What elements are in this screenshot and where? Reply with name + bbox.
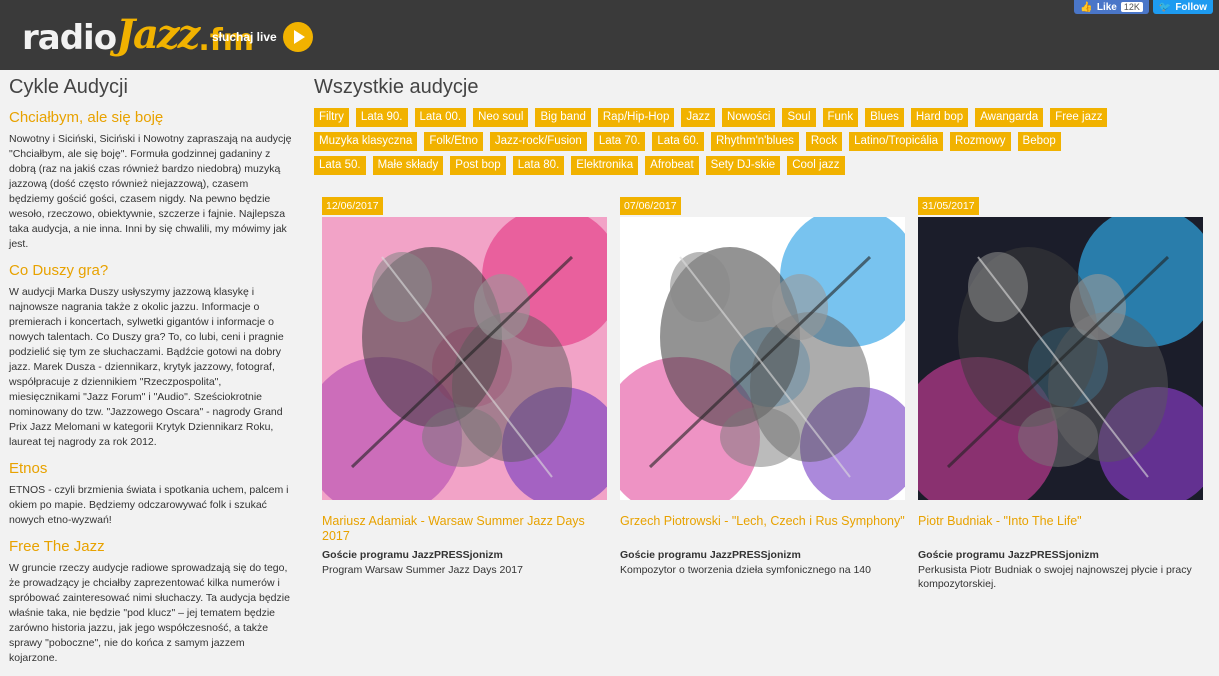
show-description: Kompozytor o tworzenia dzieła symfoniczn… xyxy=(620,564,871,576)
play-icon xyxy=(282,22,313,52)
shows-section: Wszystkie audycje Filtry Lata 90. Lata 00.… xyxy=(314,76,1214,175)
genre-tag[interactable]: Jazz-rock/Fusion xyxy=(489,132,587,151)
genre-tag[interactable]: Lata 90. xyxy=(355,108,408,127)
genre-tag[interactable]: Małe składy xyxy=(372,156,444,175)
genre-tag[interactable]: Post bop xyxy=(450,156,506,175)
logo-radio: radio xyxy=(22,18,117,58)
show-category: Goście programu JazzPRESSjonizm xyxy=(918,549,1099,561)
cycle-item: Co Duszy gra? W audycji Marka Duszy usłys… xyxy=(9,262,294,450)
genre-tag[interactable]: Lata 60. xyxy=(652,132,704,151)
cycle-description: W audycji Marka Duszy usłyszymy jazzową … xyxy=(9,286,284,448)
show-title-link[interactable]: Piotr Budniak - "Into The Life" xyxy=(918,514,1203,529)
facebook-like-button[interactable]: 👍 Like 12K xyxy=(1074,0,1149,14)
genre-tag[interactable]: Lata 50. xyxy=(314,156,366,175)
show-title-link[interactable]: Mariusz Adamiak - Warsaw Summer Jazz Day… xyxy=(322,514,607,544)
genre-tag[interactable]: Blues xyxy=(865,108,904,127)
twitter-bird-icon: 🐦 xyxy=(1158,1,1172,13)
genre-tag[interactable]: Funk xyxy=(822,108,859,127)
show-category: Goście programu JazzPRESSjonizm xyxy=(620,549,801,561)
genre-filter-tags: Filtry Lata 90. Lata 00. Neo soul Big band Ra… xyxy=(314,108,1114,175)
genre-tag[interactable]: Free jazz xyxy=(1050,108,1108,127)
cycle-item: Free The Jazz W gruncie rzeczy audycje ra… xyxy=(9,538,294,666)
show-category: Goście programu JazzPRESSjonizm xyxy=(322,549,503,561)
tag-filtry[interactable]: Filtry xyxy=(314,108,349,127)
cycle-item: Chciałbym, ale się boję Nowotny i Sicińsk… xyxy=(9,109,294,252)
show-cover-image[interactable] xyxy=(620,217,905,500)
show-date-badge: 07/06/2017 xyxy=(620,197,681,215)
show-description: Program Warsaw Summer Jazz Days 2017 xyxy=(322,564,523,576)
genre-tag[interactable]: Awangarda xyxy=(975,108,1044,127)
show-description: Perkusista Piotr Budniak o swojej najnow… xyxy=(918,564,1192,590)
genre-tag[interactable]: Latino/Tropicália xyxy=(849,132,944,151)
cycle-title-link[interactable]: Co Duszy gra? xyxy=(9,262,294,279)
genre-tag[interactable]: Jazz xyxy=(681,108,716,127)
genre-tag[interactable]: Rhythm'n'blues xyxy=(710,132,799,151)
genre-tag[interactable]: Rozmowy xyxy=(950,132,1011,151)
genre-tag[interactable]: Hard bop xyxy=(910,108,969,127)
like-label: Like xyxy=(1096,1,1117,13)
genre-tag[interactable]: Cool jazz xyxy=(787,156,845,175)
cycle-description: ETNOS - czyli brzmienia świata i spotkan… xyxy=(9,484,289,526)
genre-tag[interactable]: Rap/Hip-Hop xyxy=(597,108,675,127)
logo-jazz: Jazz xyxy=(116,11,200,58)
genre-tag[interactable]: Elektronika xyxy=(571,156,639,175)
genre-tag[interactable]: Afrobeat xyxy=(645,156,699,175)
cycle-description: Nowotny i Siciński, Siciński i Nowotny z… xyxy=(9,133,292,250)
listen-live-button[interactable]: słuchaj live xyxy=(212,22,313,52)
show-date-badge: 12/06/2017 xyxy=(322,197,383,215)
genre-tag[interactable]: Lata 00. xyxy=(414,108,467,127)
show-date-badge: 31/05/2017 xyxy=(918,197,979,215)
social-buttons: 👍 Like 12K 🐦 Follow xyxy=(1074,0,1213,14)
genre-tag[interactable]: Bebop xyxy=(1017,132,1061,151)
genre-tag[interactable]: Folk/Etno xyxy=(424,132,483,151)
genre-tag[interactable]: Big band xyxy=(535,108,591,127)
follow-label: Follow xyxy=(1175,1,1207,13)
cycle-title-link[interactable]: Free The Jazz xyxy=(9,538,294,555)
show-title-link[interactable]: Grzech Piotrowski - "Lech, Czech i Rus S… xyxy=(620,514,905,529)
genre-tag[interactable]: Neo soul xyxy=(473,108,529,127)
genre-tag[interactable]: Rock xyxy=(805,132,843,151)
shows-title: Wszystkie audycje xyxy=(314,76,479,98)
twitter-follow-button[interactable]: 🐦 Follow xyxy=(1152,0,1213,14)
cycle-title-link[interactable]: Chciałbym, ale się boję xyxy=(9,109,294,126)
cycle-item: Etnos ETNOS - czyli brzmienia świata i sp… xyxy=(9,460,294,528)
genre-tag[interactable]: Sety DJ-skie xyxy=(705,156,781,175)
like-count: 12K xyxy=(1120,2,1143,12)
show-cover-image[interactable] xyxy=(322,217,607,500)
genre-tag[interactable]: Lata 80. xyxy=(512,156,565,175)
listen-live-label: słuchaj live xyxy=(212,30,277,44)
genre-tag[interactable]: Lata 70. xyxy=(593,132,646,151)
genre-tag[interactable]: Muzyka klasyczna xyxy=(314,132,418,151)
genre-tag[interactable]: Soul xyxy=(782,108,816,127)
cycle-title-link[interactable]: Etnos xyxy=(9,460,294,477)
top-bar: radio Jazz .fm słuchaj live 👍 Like 12K 🐦 F… xyxy=(0,0,1219,70)
genre-tag[interactable]: Nowości xyxy=(722,108,776,127)
cycles-sidebar: Cykle Audycji Chciałbym, ale się boję Now… xyxy=(9,76,294,676)
show-cover-image[interactable] xyxy=(918,217,1203,500)
thumbs-up-icon: 👍 xyxy=(1080,1,1093,13)
cycle-description: W gruncie rzeczy audycje radiowe sprowad… xyxy=(9,562,290,664)
cycles-title: Cykle Audycji xyxy=(9,76,128,98)
